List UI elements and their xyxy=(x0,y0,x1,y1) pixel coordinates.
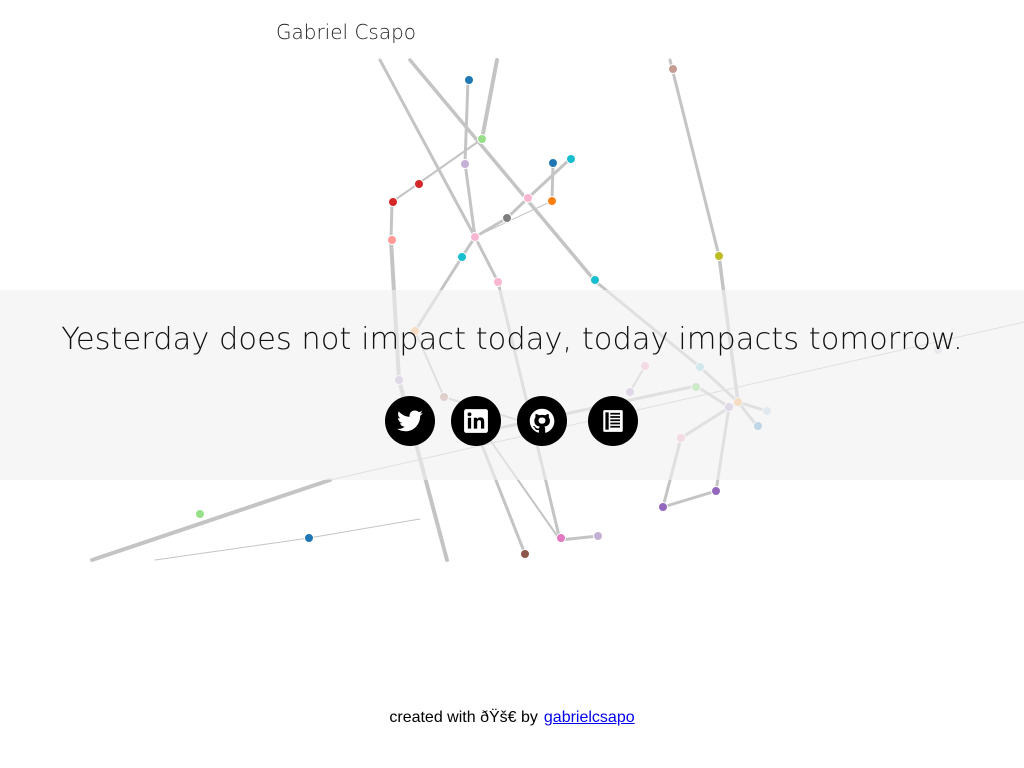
graph-node[interactable] xyxy=(556,533,566,543)
quote-text: Yesterday does not impact today, today i… xyxy=(61,322,963,357)
linkedin-icon xyxy=(464,409,488,433)
graph-node[interactable] xyxy=(470,232,480,242)
page: Gabriel Csapo Yesterday does not impact … xyxy=(0,0,1024,768)
graph-edge xyxy=(154,537,310,561)
graph-node[interactable] xyxy=(593,531,603,541)
graph-node[interactable] xyxy=(523,193,533,203)
footer-text: created with ðŸš€ by xyxy=(389,709,538,726)
github-button[interactable] xyxy=(517,396,567,446)
author-link[interactable]: gabrielcsapo xyxy=(544,709,635,726)
graph-node[interactable] xyxy=(711,486,721,496)
twitter-button[interactable] xyxy=(385,396,435,446)
github-icon xyxy=(529,408,555,433)
graph-edge xyxy=(90,478,332,562)
graph-node[interactable] xyxy=(457,252,467,262)
graph-node[interactable] xyxy=(464,75,474,85)
site-title[interactable]: Gabriel Csapo xyxy=(276,20,416,44)
graph-edge xyxy=(378,58,477,239)
graph-node[interactable] xyxy=(195,509,205,519)
graph-node[interactable] xyxy=(566,154,576,164)
graph-node[interactable] xyxy=(388,197,398,207)
graph-node[interactable] xyxy=(493,277,503,287)
graph-node[interactable] xyxy=(414,179,424,189)
graph-edge xyxy=(308,518,421,539)
graph-node[interactable] xyxy=(668,64,678,74)
graph-edge xyxy=(668,58,721,258)
twitter-icon xyxy=(397,410,423,432)
graph-node[interactable] xyxy=(520,549,530,559)
graph-edge xyxy=(473,235,500,284)
graph-node[interactable] xyxy=(502,213,512,223)
graph-edge xyxy=(389,200,394,242)
footer: created with ðŸš€ by gabrielcsapo xyxy=(0,709,1024,727)
graph-node[interactable] xyxy=(590,275,600,285)
graph-edge xyxy=(474,200,553,238)
graph-node[interactable] xyxy=(714,251,724,261)
quote-banner xyxy=(0,290,1024,480)
graph-edge xyxy=(473,216,509,239)
graph-edge xyxy=(661,489,718,509)
graph-node[interactable] xyxy=(658,502,668,512)
graph-node[interactable] xyxy=(387,235,397,245)
resume-button[interactable] xyxy=(588,396,638,446)
graph-node[interactable] xyxy=(477,134,487,144)
graph-edge xyxy=(550,162,555,203)
graph-node[interactable] xyxy=(548,158,558,168)
linkedin-button[interactable] xyxy=(451,396,501,446)
graph-edge xyxy=(480,58,499,141)
graph-node[interactable] xyxy=(547,196,557,206)
graph-node[interactable] xyxy=(304,533,314,543)
resume-icon xyxy=(603,410,623,432)
graph-node[interactable] xyxy=(460,159,470,169)
